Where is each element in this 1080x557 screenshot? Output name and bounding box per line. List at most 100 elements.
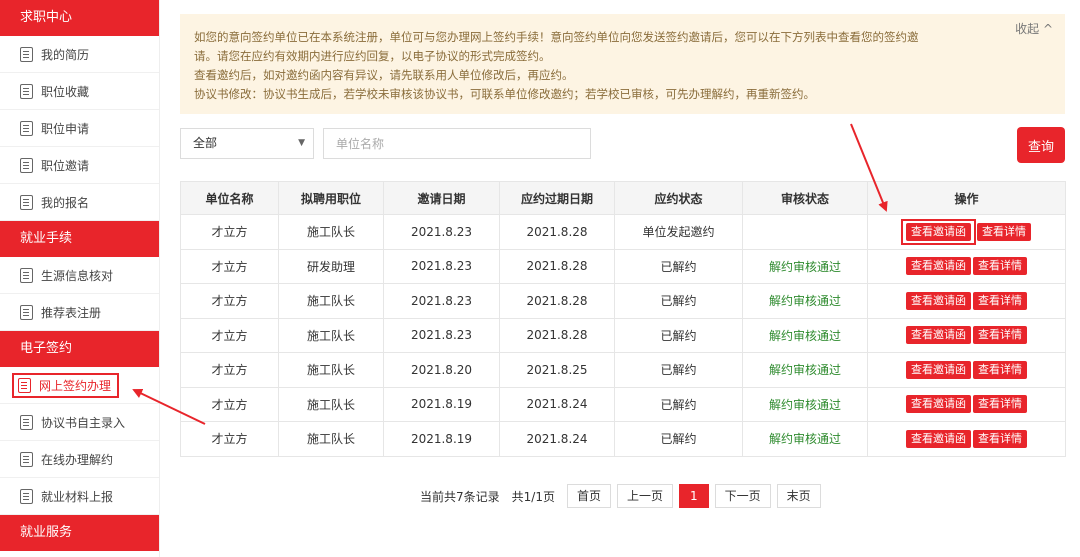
- sidebar-item-label: 职位收藏: [41, 84, 90, 99]
- cell-expire-date: 2021.8.28: [499, 248, 615, 284]
- document-icon: [20, 451, 33, 467]
- table-row: 才立方 施工队长 2021.8.23 2021.8.28 单位发起邀约 查看邀请函 查看详情: [180, 214, 1066, 250]
- cell-status: 已解约: [614, 317, 743, 353]
- header-audit: 审核状态: [742, 181, 868, 215]
- document-icon: [20, 157, 33, 173]
- current-page-button[interactable]: 1: [679, 484, 709, 508]
- header-expire-date: 应约过期日期: [499, 181, 615, 215]
- view-invitation-button[interactable]: 查看邀请函: [906, 395, 971, 414]
- sidebar-section-header: 就业手续: [0, 221, 159, 257]
- status-select-value: 全部: [193, 136, 218, 150]
- cell-expire-date: 2021.8.25: [499, 352, 615, 388]
- sidebar-item-label: 就业材料上报: [41, 489, 114, 504]
- notice-line: 查看邀约后，如对邀约函内容有异议，请先联系用人单位修改后，再应约。: [194, 68, 574, 82]
- sidebar-item[interactable]: 我的报名: [0, 184, 159, 221]
- view-details-button[interactable]: 查看详情: [973, 291, 1027, 310]
- cell-invite-date: 2021.8.23: [383, 214, 500, 250]
- sidebar-section-header: 电子签约: [0, 331, 159, 367]
- view-invitation-button[interactable]: 查看邀请函: [906, 291, 971, 310]
- sidebar-item-label: 职位申请: [41, 121, 90, 136]
- header-actions: 操作: [867, 181, 1066, 215]
- view-invitation-button[interactable]: 查看邀请函: [906, 360, 971, 379]
- cell-company: 才立方: [180, 317, 279, 353]
- cell-company: 才立方: [180, 386, 279, 422]
- sidebar-item[interactable]: 职位收藏: [0, 73, 159, 110]
- view-details-button[interactable]: 查看详情: [973, 326, 1027, 345]
- last-page-button[interactable]: 末页: [776, 484, 821, 508]
- sidebar-item[interactable]: 推荐表注册: [0, 294, 159, 331]
- cell-invite-date: 2021.8.23: [383, 317, 500, 353]
- cell-expire-date: 2021.8.28: [499, 214, 615, 250]
- document-icon: [20, 46, 33, 62]
- status-select[interactable]: 全部 ▼: [180, 128, 314, 159]
- highlight-box: 查看邀请函: [901, 218, 976, 245]
- cell-audit: 解约审核通过: [742, 352, 868, 388]
- header-invite-date: 邀请日期: [383, 181, 500, 215]
- table-row: 才立方 施工队长 2021.8.19 2021.8.24 已解约 解约审核通过 查看邀请函查…: [180, 386, 1066, 422]
- caret-down-icon: ▼: [298, 138, 305, 148]
- sidebar-item[interactable]: 职位申请: [0, 110, 159, 147]
- view-details-button[interactable]: 查看详情: [973, 395, 1027, 414]
- sidebar-item[interactable]: 网上签约办理: [0, 367, 159, 404]
- cell-actions: 查看邀请函 查看详情: [867, 386, 1066, 422]
- record-summary: 当前共7条记录: [420, 489, 500, 504]
- header-status: 应约状态: [614, 181, 743, 215]
- cell-status: 已解约: [614, 421, 743, 457]
- next-page-button[interactable]: 下一页: [714, 484, 771, 508]
- cell-invite-date: 2021.8.23: [383, 248, 500, 284]
- cell-audit: 解约审核通过: [742, 421, 868, 457]
- cell-status: 单位发起邀约: [614, 214, 743, 250]
- cell-actions: 查看邀请函 查看详情: [867, 421, 1066, 457]
- cell-invite-date: 2021.8.19: [383, 421, 500, 457]
- document-icon: [20, 414, 33, 430]
- document-icon: [20, 304, 33, 320]
- cell-actions: 查看邀请函 查看详情: [867, 248, 1066, 284]
- table-row: 才立方 施工队长 2021.8.19 2021.8.24 已解约 解约审核通过 查看邀请函查…: [180, 421, 1066, 457]
- cell-position: 施工队长: [278, 317, 384, 353]
- header-position: 拟聘用职位: [278, 181, 384, 215]
- notice-line: 协议书修改：协议书生成后，若学校未审核该协议书，可联系单位修改邀约；若学校已审核…: [194, 87, 815, 101]
- cell-expire-date: 2021.8.28: [499, 283, 615, 319]
- document-icon: [20, 488, 33, 504]
- cell-status: 已解约: [614, 386, 743, 422]
- cell-position: 施工队长: [278, 352, 384, 388]
- table-row: 才立方 研发助理 2021.8.23 2021.8.28 已解约 解约审核通过 查看邀请函查…: [180, 248, 1066, 284]
- sidebar-item-label: 协议书自主录入: [41, 415, 126, 430]
- header-company: 单位名称: [180, 181, 279, 215]
- view-details-button[interactable]: 查看详情: [973, 429, 1027, 448]
- cell-company: 才立方: [180, 214, 279, 250]
- view-invitation-button[interactable]: 查看邀请函: [906, 257, 971, 276]
- collapse-toggle[interactable]: 收起 ^: [1015, 20, 1053, 39]
- sidebar-item[interactable]: 生源信息核对: [0, 257, 159, 294]
- sidebar-item[interactable]: 在线办理解约: [0, 441, 159, 478]
- cell-audit: 解约审核通过: [742, 283, 868, 319]
- query-button[interactable]: 查询: [1017, 127, 1065, 163]
- sidebar-item[interactable]: 职位邀请: [0, 147, 159, 184]
- view-invitation-button[interactable]: 查看邀请函: [906, 429, 971, 448]
- sidebar-item-label: 我的简历: [41, 47, 90, 62]
- cell-audit: [742, 214, 868, 250]
- table-row: 才立方 施工队长 2021.8.23 2021.8.28 已解约 解约审核通过 查看邀请函查…: [180, 283, 1066, 319]
- table-row: 才立方 施工队长 2021.8.23 2021.8.28 已解约 解约审核通过 查看邀请函查…: [180, 317, 1066, 353]
- view-details-button[interactable]: 查看详情: [977, 222, 1031, 241]
- prev-page-button[interactable]: 上一页: [616, 484, 673, 508]
- view-details-button[interactable]: 查看详情: [973, 360, 1027, 379]
- first-page-button[interactable]: 首页: [566, 484, 611, 508]
- cell-status: 已解约: [614, 283, 743, 319]
- view-details-button[interactable]: 查看详情: [973, 257, 1027, 276]
- cell-audit: 解约审核通过: [742, 317, 868, 353]
- cell-audit: 解约审核通过: [742, 248, 868, 284]
- sidebar-item-label: 网上签约办理: [39, 378, 112, 393]
- cell-company: 才立方: [180, 421, 279, 457]
- company-search-input[interactable]: [323, 128, 591, 159]
- view-invitation-button[interactable]: 查看邀请函: [906, 222, 971, 241]
- cell-position: 研发助理: [278, 248, 384, 284]
- sidebar-item[interactable]: 协议书自主录入: [0, 404, 159, 441]
- cell-expire-date: 2021.8.24: [499, 421, 615, 457]
- cell-company: 才立方: [180, 248, 279, 284]
- sidebar-item-label: 推荐表注册: [41, 305, 102, 320]
- sidebar-item[interactable]: 就业材料上报: [0, 478, 159, 515]
- sidebar-item[interactable]: 我的简历: [0, 36, 159, 73]
- cell-status: 已解约: [614, 352, 743, 388]
- view-invitation-button[interactable]: 查看邀请函: [906, 326, 971, 345]
